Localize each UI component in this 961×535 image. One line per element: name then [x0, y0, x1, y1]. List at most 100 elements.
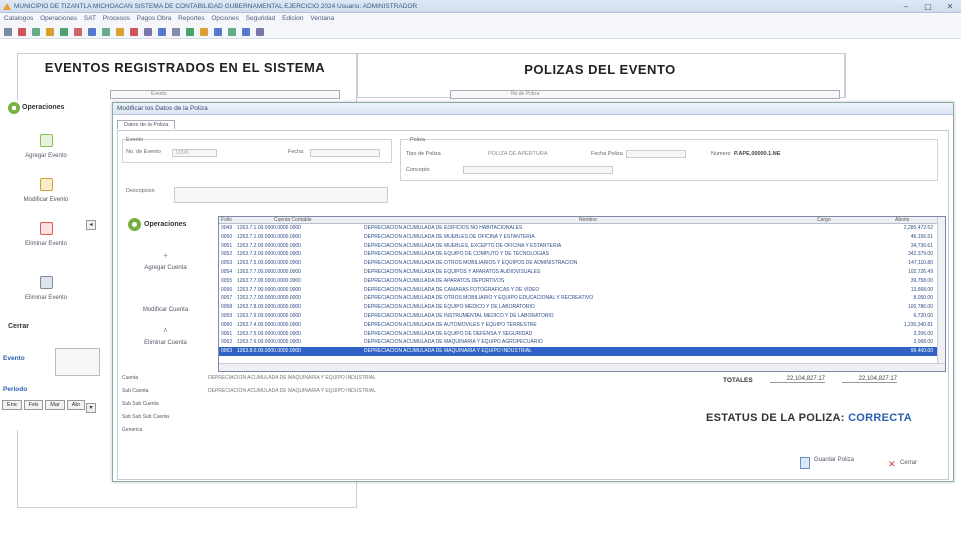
descripcion-field[interactable] [174, 187, 388, 203]
toolbar-button-icon[interactable] [144, 28, 152, 36]
toolbar-button-icon[interactable] [200, 28, 208, 36]
periodo-tab[interactable]: Feb [23, 400, 44, 410]
header-cargo[interactable]: Cargo [817, 217, 831, 223]
toolbar-button-icon[interactable] [256, 28, 264, 36]
edit-event-button[interactable]: Modificar Evento [6, 178, 86, 203]
gear-icon [8, 102, 20, 114]
table-row[interactable]: 0053 1263.7.5.00.0000.0000.0000 DEPRECIACI… [219, 259, 945, 268]
delete-cuenta-button[interactable]: ˄ Eliminar Cuenta [118, 326, 213, 346]
toolbar-button-icon[interactable] [158, 28, 166, 36]
close-dialog-button[interactable]: ✕ Cerrar [888, 459, 918, 469]
toolbar-button-icon[interactable] [172, 28, 180, 36]
toolbar-button-icon[interactable] [74, 28, 82, 36]
table-row[interactable]: 0050 1263.7.1.00.0000.0000.0000 DEPRECIACI… [219, 233, 945, 242]
menu-procesos[interactable]: Procesos [103, 15, 130, 22]
remove-event-button[interactable]: Eliminar Evento [6, 276, 86, 301]
table-row[interactable]: 0051 1263.7.2.00.0000.0000.0000 DEPRECIACI… [219, 242, 945, 251]
menu-reportes[interactable]: Reportes [178, 15, 204, 22]
maximize-icon[interactable]: ▢ [917, 0, 939, 12]
cell-folio: 0061 [221, 330, 233, 337]
cell-cuenta: 1263.7.7.00.0000.0000.0000 [237, 268, 301, 275]
fecha-poliza-field[interactable] [626, 150, 686, 158]
horizontal-scrollbar[interactable] [219, 363, 945, 371]
toolbar-button-icon[interactable] [32, 28, 40, 36]
table-row[interactable]: 0061 1263.7.5.00.0000.0000.0000 DEPRECIACI… [219, 330, 945, 339]
window-titlebar: MUNICIPIO DE TIZANTLA MICHOACAN SISTEMA … [0, 0, 961, 13]
numero-value: P.APE.00000.1.NE [734, 151, 781, 157]
cell-nombre: DEPRECIACION ACUMULADA DE APARATOS DEPOR… [364, 277, 505, 284]
periodo-tab[interactable]: Ene [2, 400, 22, 410]
save-poliza-button[interactable]: Guardar Poliza [800, 457, 854, 469]
menu-pagos-obra[interactable]: Pagos Obra [137, 15, 172, 22]
menu-opciones[interactable]: Opciones [211, 15, 238, 22]
scroll-down-icon[interactable]: ▾ [86, 403, 96, 413]
header-cuenta[interactable]: Cuenta Contable [274, 217, 312, 223]
table-row[interactable]: 0062 1263.7.6.00.0000.0000.0000 DEPRECIACI… [219, 338, 945, 347]
modify-poliza-dialog: Modificar los Datos de la Poliza Datos d… [112, 102, 954, 482]
add-event-button[interactable]: Agregar Evento [6, 134, 86, 159]
edit-cuenta-button[interactable]: Modificar Cuenta [118, 307, 213, 313]
toolbar-button-icon[interactable] [88, 28, 96, 36]
scroll-up-icon[interactable]: ◂ [86, 220, 96, 230]
toolbar-button-icon[interactable] [214, 28, 222, 36]
toolbar-button-icon[interactable] [18, 28, 26, 36]
toolbar-button-icon[interactable] [46, 28, 54, 36]
add-cuenta-button[interactable]: + Agregar Cuenta [118, 251, 213, 271]
minimize-icon[interactable]: ‒ [895, 0, 917, 12]
toolbar-button-icon[interactable] [130, 28, 138, 36]
no-evento-field[interactable]: 12345 [172, 149, 217, 157]
toolbar-button-icon[interactable] [102, 28, 110, 36]
table-row[interactable]: 0056 1263.7.7.00.0000.0000.0000 DEPRECIACI… [219, 286, 945, 295]
toolbar-button-icon[interactable] [186, 28, 194, 36]
table-row[interactable]: 0060 1263.7.4.00.0000.0000.0000 DEPRECIACI… [219, 321, 945, 330]
cell-cuenta: 1263.7.7.00.0000.0000.0000 [237, 295, 301, 302]
table-row[interactable]: 0055 1263.7.7.00.0000.0000.0000 DEPRECIACI… [219, 277, 945, 286]
menu-edicion[interactable]: Edicion [282, 15, 303, 22]
menu-sat[interactable]: SAT [84, 15, 96, 22]
header-nombre[interactable]: Nombre [579, 217, 597, 223]
menu-seguridad[interactable]: Seguridad [246, 15, 276, 22]
toolbar-button-icon[interactable] [60, 28, 68, 36]
periodo-tabs: Ene Feb Mar Abr [2, 400, 86, 410]
table-row[interactable]: 0059 1263.7.9.00.0000.0000.0000 DEPRECIACI… [219, 312, 945, 321]
menu-operaciones[interactable]: Operaciones [40, 15, 77, 22]
table-row[interactable]: 0063 1263.8.0.00.0000.0000.0000 DEPRECIACI… [219, 347, 945, 356]
close-icon[interactable]: ✕ [939, 0, 961, 12]
toolbar-button-icon[interactable] [242, 28, 250, 36]
menu-catalogos[interactable]: Catalogos [4, 15, 33, 22]
evento-combo[interactable]: Evento [110, 90, 340, 99]
dialog-content: Evento No. de Evento 12345 Fecha Poliza … [117, 130, 949, 480]
window-controls: ‒ ▢ ✕ [895, 0, 961, 12]
menu-ventana[interactable]: Ventana [310, 15, 334, 22]
operaciones-title: Operaciones [128, 218, 186, 231]
cell-abono: 342,379.00 [907, 251, 933, 258]
header-abono[interactable]: Abono [895, 217, 909, 223]
table-row[interactable]: 0052 1263.7.3.00.0000.0000.0000 DEPRECIACI… [219, 250, 945, 259]
close-dialog-label: Cerrar [900, 460, 918, 466]
table-row[interactable]: 0054 1263.7.7.00.0000.0000.0000 DEPRECIACI… [219, 268, 945, 277]
toolbar-button-icon[interactable] [116, 28, 124, 36]
poliza-combo[interactable]: No de Poliza [450, 90, 840, 99]
fecha-field[interactable] [310, 149, 380, 157]
table-row[interactable]: 0049 1263.7.1.00.0000.0000.0000 DEPRECIACI… [219, 224, 945, 233]
tab-datos-poliza[interactable]: Datos de la Poliza [117, 120, 176, 129]
close-button[interactable]: Cerrar [8, 323, 29, 330]
cell-folio: 0057 [221, 295, 233, 302]
vertical-scrollbar[interactable] [937, 217, 945, 371]
table-row[interactable]: 0058 1263.7.8.00.0000.0000.0000 DEPRECIACI… [219, 303, 945, 312]
toolbar-button-icon[interactable] [4, 28, 12, 36]
toolbar-button-icon[interactable] [228, 28, 236, 36]
tipo-poliza-value: POLIZA DE APERTURA [488, 151, 548, 157]
delete-event-button[interactable]: Eliminar Evento [6, 222, 86, 247]
polizas-header: POLIZAS DEL EVENTO [524, 62, 676, 77]
periodo-tab[interactable]: Abr [66, 400, 86, 410]
cell-abono: 13,668.00 [910, 286, 933, 293]
periodo-tab[interactable]: Mar [45, 400, 65, 410]
header-folio[interactable]: Folio [221, 217, 232, 223]
sidebar: Operaciones ◂ Agregar Evento Modificar E… [6, 100, 96, 430]
concepto-field[interactable] [463, 166, 613, 174]
close-label: Cerrar [8, 323, 30, 330]
cell-folio: 0063 [221, 348, 233, 355]
table-row[interactable]: 0057 1263.7.7.00.0000.0000.0000 DEPRECIACI… [219, 294, 945, 303]
cell-nombre: DEPRECIACION ACUMULADA DE MUEBLES, EXCEP… [364, 242, 562, 249]
